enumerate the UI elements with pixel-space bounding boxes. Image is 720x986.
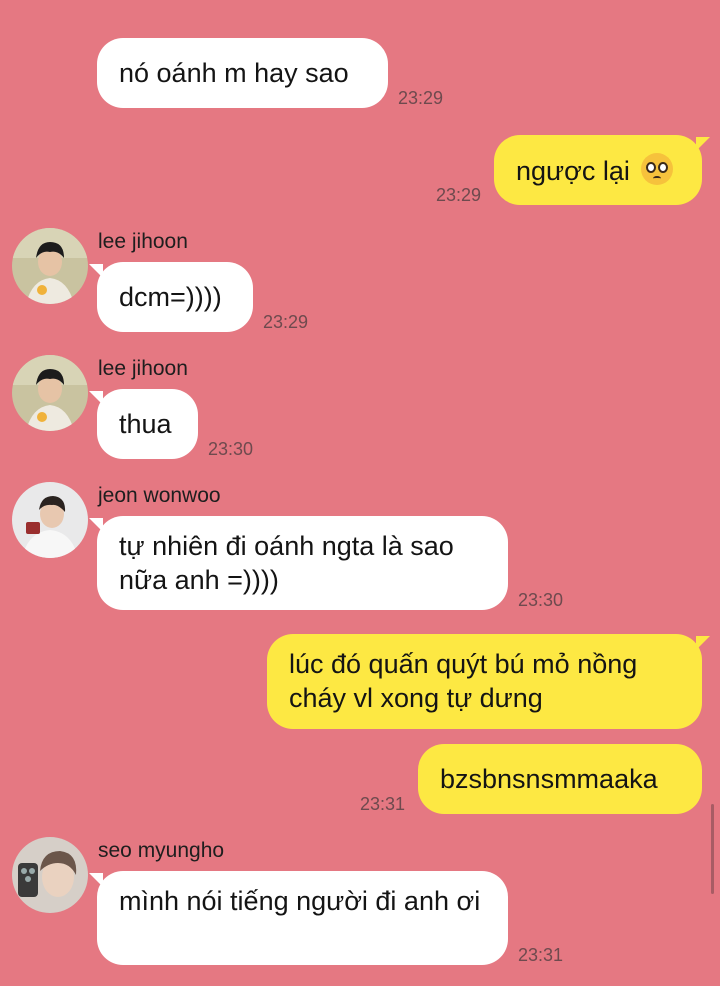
- message-text: dcm=)))): [119, 282, 222, 312]
- message-bubble[interactable]: ngược lại: [494, 135, 710, 205]
- pleading-face-emoji: [641, 153, 674, 185]
- sender-name: lee jihoon: [98, 357, 188, 380]
- message-bubble[interactable]: tự nhiên đi oánh ngta là sao nữa anh =))…: [89, 516, 508, 610]
- message-text: thua: [119, 409, 172, 439]
- message-bubble[interactable]: bzsbnsnsmmaaka: [418, 744, 702, 814]
- message-bubble[interactable]: lúc đó quấn quýt bú mỏ nồng cháy vl xong…: [267, 634, 710, 729]
- avatar-photo: [12, 228, 88, 304]
- message-time: 23:30: [518, 590, 564, 610]
- message-text: nó oánh m hay sao: [119, 58, 349, 88]
- sender-name: lee jihoon: [98, 230, 188, 253]
- message-time: 23:31: [360, 794, 406, 814]
- avatar[interactable]: [12, 482, 88, 558]
- scrollbar[interactable]: [711, 804, 714, 894]
- message-bubble[interactable]: dcm=)))): [89, 262, 253, 332]
- message-time: 23:29: [263, 312, 309, 332]
- message-text: tự nhiên đi oánh ngta là sao nữa anh =))…: [119, 531, 454, 595]
- message-text: mình nói tiếng người đi anh ơi: [119, 886, 481, 916]
- message-bubble[interactable]: nó oánh m hay sao: [97, 38, 388, 108]
- message-text: ngược lại: [516, 156, 630, 186]
- avatar-photo: [12, 837, 88, 913]
- message-text: bzsbnsnsmmaaka: [440, 764, 658, 794]
- sender-name: jeon wonwoo: [98, 484, 221, 507]
- sender-name: seo myungho: [98, 839, 225, 862]
- avatar-photo: [12, 355, 88, 431]
- avatar[interactable]: [12, 228, 88, 304]
- avatar[interactable]: [12, 355, 88, 431]
- message-text: lúc đó quấn quýt bú mỏ nồng cháy vl xong…: [289, 649, 638, 713]
- message-time: 23:29: [436, 185, 482, 205]
- message-time: 23:29: [398, 88, 444, 108]
- avatar[interactable]: [12, 837, 88, 913]
- avatar-photo: [12, 482, 88, 558]
- message-time: 23:31: [518, 945, 564, 965]
- message-bubble[interactable]: mình nói tiếng người đi anh ơi: [89, 871, 508, 965]
- message-bubble[interactable]: thua: [89, 389, 198, 459]
- message-time: 23:30: [208, 439, 254, 459]
